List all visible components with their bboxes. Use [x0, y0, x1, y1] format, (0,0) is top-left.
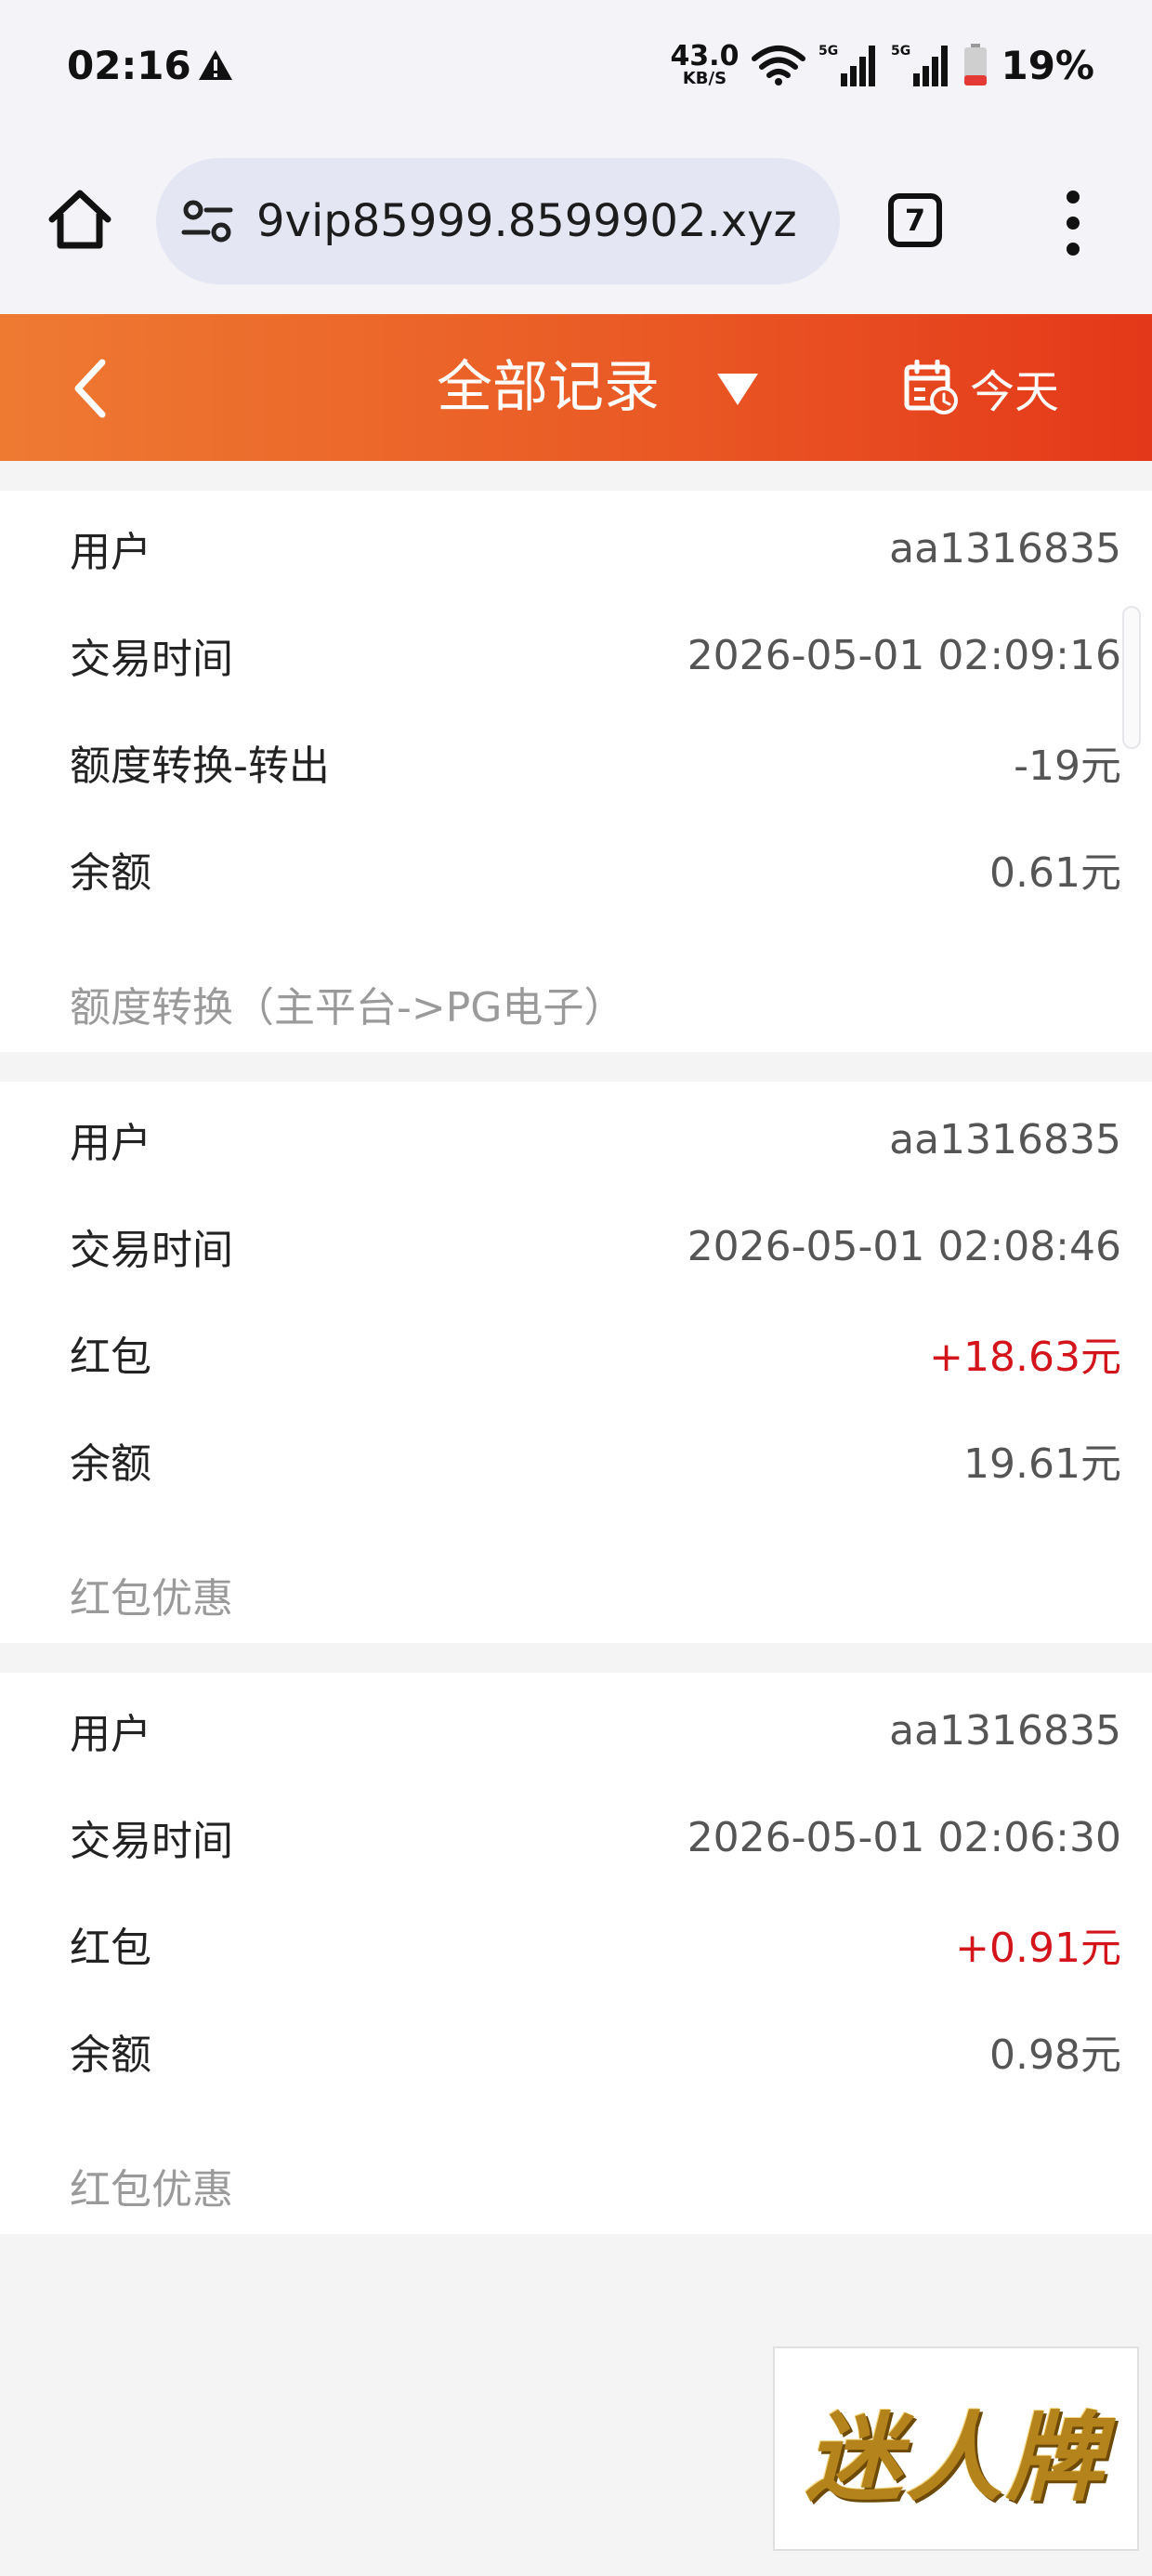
record-time-label: 交易时间 — [70, 1227, 233, 1274]
record-amount-row: 红包 +0.91元 — [70, 1916, 1121, 1972]
more-vert-icon[interactable] — [1059, 188, 1087, 258]
record-type-label: 红包 — [70, 1925, 151, 1972]
record-time-label: 交易时间 — [70, 636, 233, 683]
record-balance-row: 余额 0.98元 — [70, 2023, 1121, 2079]
back-icon[interactable] — [65, 355, 121, 422]
caret-down-icon[interactable] — [715, 372, 760, 407]
record-note: 红包优惠 — [70, 1575, 233, 1623]
record-user-row: 用户 aa1316835 — [70, 1111, 1121, 1168]
record-balance-label: 余额 — [70, 1440, 151, 1488]
record-amount-value: -19元 — [1014, 743, 1121, 790]
record-note: 红包优惠 — [70, 2166, 233, 2214]
svg-text:5G: 5G — [891, 44, 910, 59]
tune-icon[interactable] — [180, 197, 234, 245]
tab-count: 7 — [904, 203, 926, 238]
date-filter-button[interactable]: 今天 — [903, 348, 1059, 427]
record-time-row: 交易时间 2026-05-01 02:08:46 — [70, 1218, 1121, 1275]
logo-badge: 迷人牌 — [773, 2346, 1139, 2551]
url-text[interactable]: 9vip85999.8599902.xyz — [256, 158, 823, 284]
record-time-value: 2026-05-01 02:09:16 — [687, 631, 1121, 679]
record-card: 用户 aa1316835 交易时间 2026-05-01 02:09:16 额度… — [0, 491, 1152, 1052]
status-time: 02:16 — [67, 43, 191, 88]
record-balance-label: 余额 — [70, 2031, 151, 2079]
battery-icon — [964, 44, 988, 85]
signal-icon: 5G — [818, 44, 876, 86]
record-amount-row: 额度转换-转出 -19元 — [70, 734, 1121, 790]
record-time-row: 交易时间 2026-05-01 02:06:30 — [70, 1809, 1121, 1866]
record-user-value: aa1316835 — [889, 1706, 1121, 1755]
wifi-icon — [752, 46, 806, 85]
record-user-row: 用户 aa1316835 — [70, 520, 1121, 577]
net-speed: 43.0 KB/S — [670, 43, 739, 87]
tabs-counter-button[interactable]: 7 — [888, 193, 942, 247]
svg-text:5G: 5G — [818, 44, 838, 59]
net-speed-unit: KB/S — [682, 69, 727, 88]
record-balance-value: 0.98元 — [989, 2031, 1121, 2079]
record-user-label: 用户 — [70, 529, 151, 576]
calendar-icon — [904, 360, 958, 414]
scrollbar-thumb[interactable] — [1122, 606, 1141, 749]
record-card: 用户 aa1316835 交易时间 2026-05-01 02:08:46 红包… — [0, 1082, 1152, 1643]
record-balance-row: 余额 0.61元 — [70, 841, 1121, 897]
record-user-label: 用户 — [70, 1120, 151, 1167]
record-type-label: 额度转换-转出 — [70, 743, 330, 790]
record-balance-row: 余额 19.61元 — [70, 1432, 1121, 1488]
record-balance-label: 余额 — [70, 849, 151, 897]
record-time-value: 2026-05-01 02:08:46 — [687, 1222, 1121, 1270]
record-time-value: 2026-05-01 02:06:30 — [687, 1813, 1121, 1861]
record-user-value: aa1316835 — [889, 524, 1121, 572]
home-icon[interactable] — [45, 184, 115, 255]
record-amount-row: 红包 +18.63元 — [70, 1325, 1121, 1381]
app-header: 全部记录 今天 — [0, 314, 1152, 461]
record-amount-value: +18.63元 — [929, 1334, 1121, 1381]
signal-icon: 5G — [891, 44, 949, 86]
record-user-row: 用户 aa1316835 — [70, 1702, 1121, 1759]
logo-text: 迷人牌 — [805, 2399, 1106, 2515]
record-type-label: 红包 — [70, 1334, 151, 1381]
page-title[interactable]: 全部记录 — [437, 314, 660, 461]
battery-percentage: 19% — [1001, 42, 1094, 88]
record-user-value: aa1316835 — [889, 1115, 1121, 1163]
status-indicators: 43.0 KB/S 5G 5G 19% — [670, 37, 1094, 93]
address-bar[interactable]: 9vip85999.8599902.xyz — [156, 158, 840, 284]
record-balance-value: 19.61元 — [963, 1440, 1121, 1488]
record-card: 用户 aa1316835 交易时间 2026-05-01 02:06:30 红包… — [0, 1673, 1152, 2234]
warning-icon — [199, 50, 232, 80]
record-user-label: 用户 — [70, 1711, 151, 1758]
record-note: 额度转换（主平台->PG电子） — [70, 984, 625, 1032]
browser-toolbar: 9vip85999.8599902.xyz 7 — [0, 139, 1152, 311]
net-speed-value: 43.0 — [670, 40, 740, 72]
record-amount-value: +0.91元 — [955, 1925, 1121, 1972]
record-balance-value: 0.61元 — [989, 849, 1121, 897]
record-list: 用户 aa1316835 交易时间 2026-05-01 02:09:16 额度… — [0, 491, 1152, 2264]
record-time-label: 交易时间 — [70, 1818, 233, 1865]
date-filter-label: 今天 — [970, 366, 1060, 418]
record-time-row: 交易时间 2026-05-01 02:09:16 — [70, 627, 1121, 684]
status-bar: 02:16 43.0 KB/S 5G 5G 19% — [0, 0, 1152, 139]
